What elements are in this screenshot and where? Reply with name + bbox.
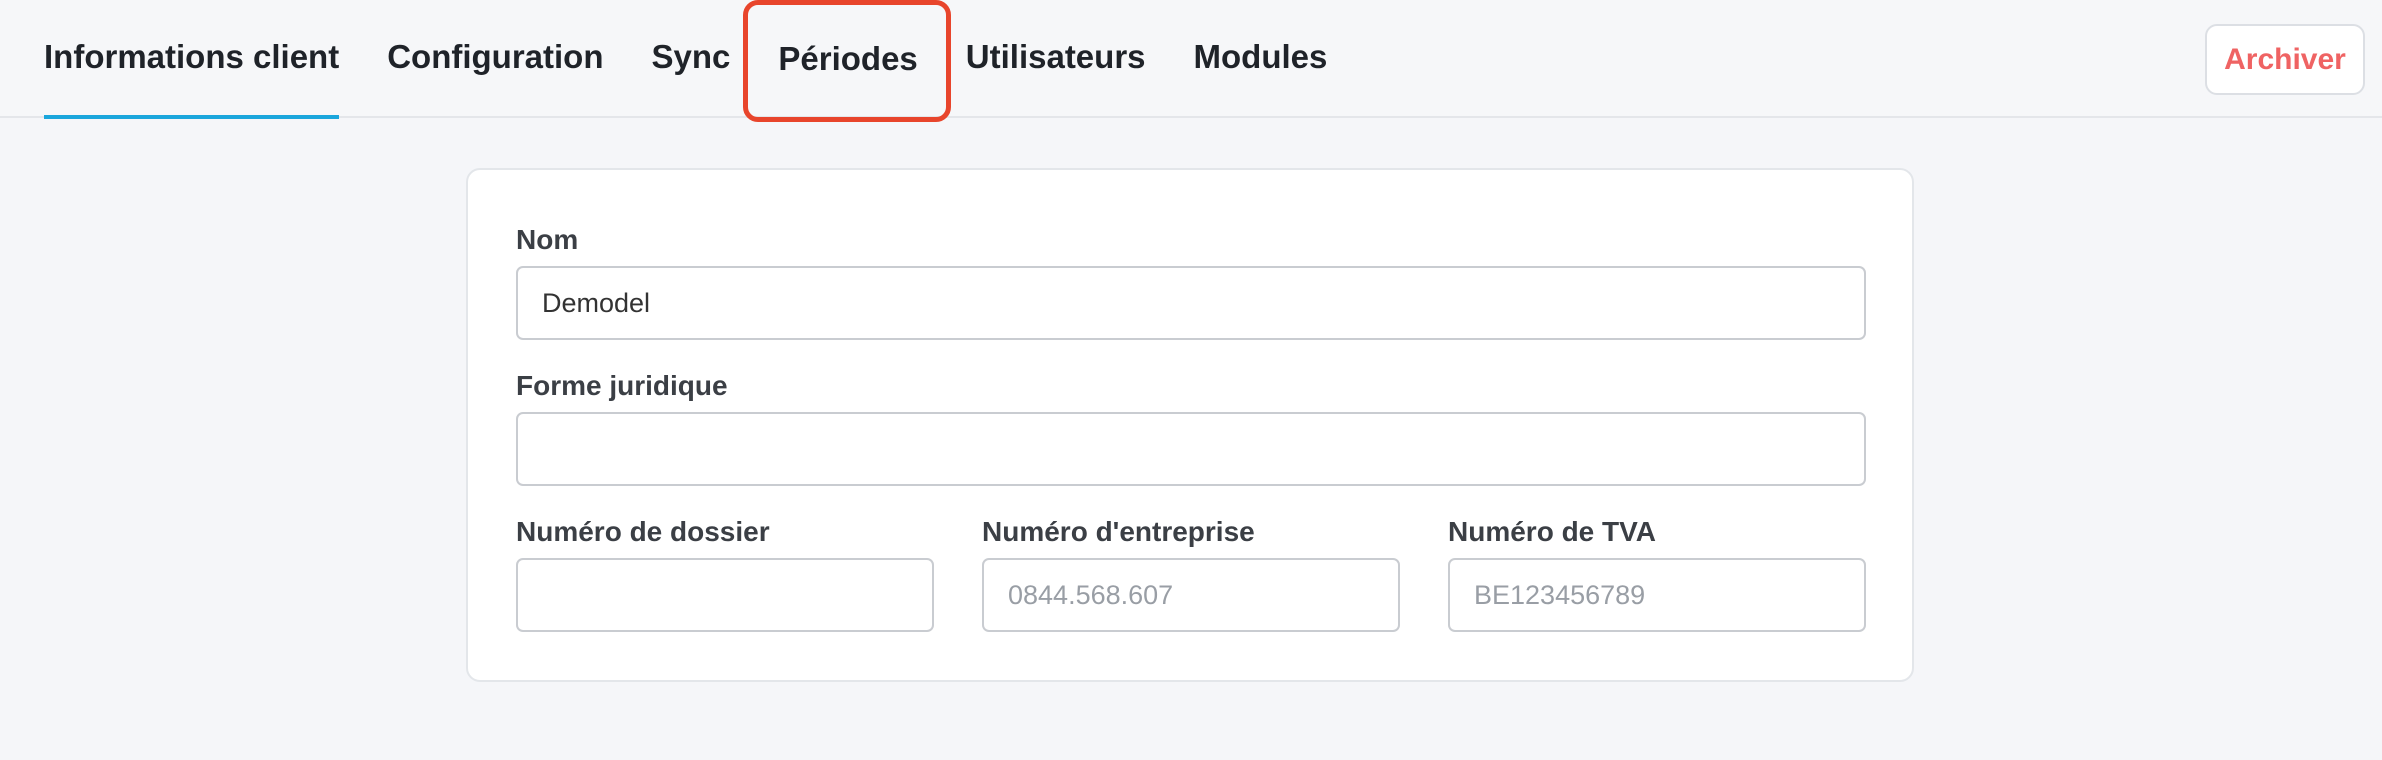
tabs: Informations client Configuration Sync P… <box>44 0 1375 122</box>
name-field[interactable] <box>516 266 1866 340</box>
company-number-label: Numéro d'entreprise <box>982 516 1255 547</box>
tab-bar: Informations client Configuration Sync P… <box>0 0 2382 122</box>
tab-sync[interactable]: Sync <box>652 0 731 118</box>
client-info-card: Nom Forme juridique Numéro de dossier Nu… <box>466 168 1914 682</box>
tab-periodes[interactable]: Périodes <box>743 0 951 122</box>
name-label: Nom <box>516 224 579 255</box>
tab-configuration[interactable]: Configuration <box>387 0 603 118</box>
legal-form-field[interactable] <box>516 412 1866 486</box>
vat-number-field[interactable] <box>1448 558 1866 632</box>
tab-utilisateurs[interactable]: Utilisateurs <box>966 0 1146 118</box>
legal-form-label: Forme juridique <box>516 370 728 401</box>
tab-informations-client[interactable]: Informations client <box>44 0 340 119</box>
company-number-field[interactable] <box>982 558 1400 632</box>
tab-modules[interactable]: Modules <box>1194 0 1328 118</box>
archive-button[interactable]: Archiver <box>2205 24 2365 95</box>
file-number-field[interactable] <box>516 558 934 632</box>
vat-number-label: Numéro de TVA <box>1448 516 1656 547</box>
file-number-label: Numéro de dossier <box>516 516 770 547</box>
